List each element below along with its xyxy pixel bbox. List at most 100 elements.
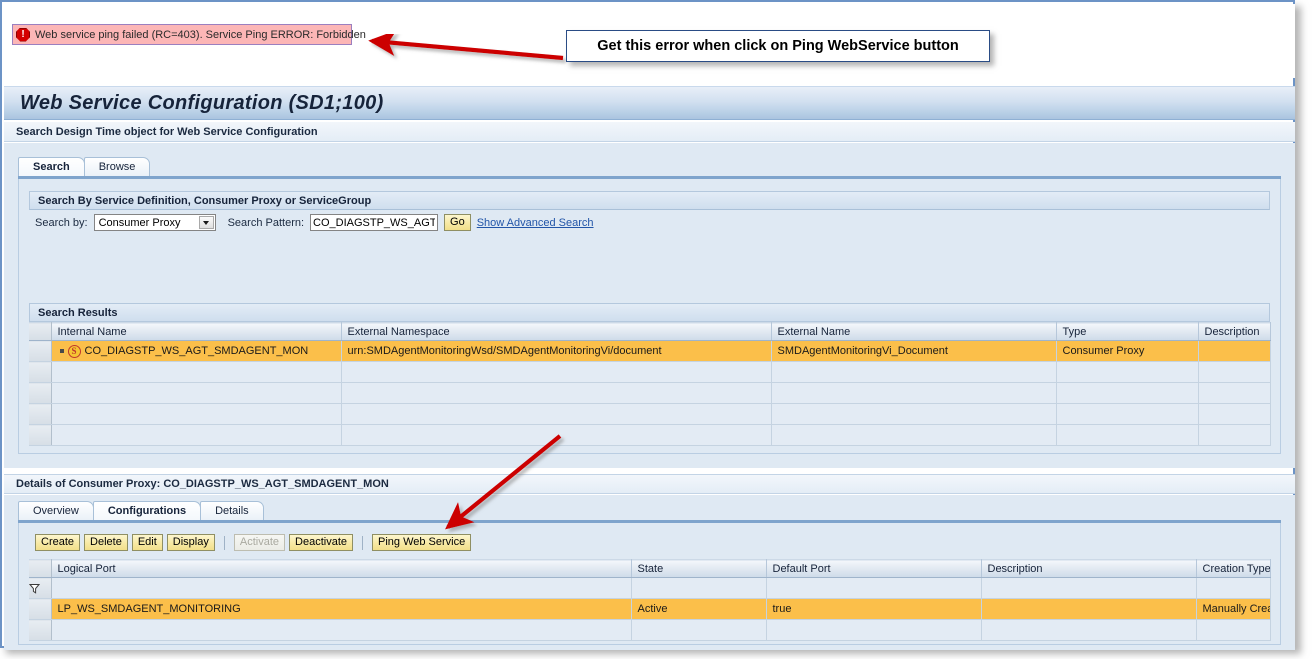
row-selector[interactable] <box>29 403 52 425</box>
cell-internal-name <box>51 403 342 425</box>
delete-button[interactable]: Delete <box>84 534 128 551</box>
ping-web-service-button[interactable]: Ping Web Service <box>372 534 472 551</box>
logical-port-table-section: Logical Port State Default Port Descript… <box>29 559 1271 641</box>
configurations-toolbar: Create Delete Edit Display Activate Deac… <box>35 534 472 551</box>
page-title: Web Service Configuration (SD1;100) <box>20 91 384 114</box>
tab-overview-label: Overview <box>33 505 79 517</box>
column-header-logical-port[interactable]: Logical Port <box>51 559 632 578</box>
table-row[interactable] <box>29 361 1271 383</box>
logical-port-table: Logical Port State Default Port Descript… <box>29 559 1271 641</box>
search-section-header: Search Design Time object for Web Servic… <box>4 122 1295 142</box>
table-row[interactable] <box>29 403 1271 425</box>
column-header-creation-type[interactable]: Creation Type <box>1196 559 1271 578</box>
search-criteria-row: Search by: Consumer Proxy Search Pattern… <box>29 210 1270 235</box>
tab-browse-label: Browse <box>98 161 136 173</box>
cell-external-name <box>771 424 1057 446</box>
column-header-external-namespace[interactable]: External Namespace <box>341 322 772 341</box>
cell-external-name: SMDAgentMonitoringVi_Document <box>771 340 1057 362</box>
tab-configurations-label: Configurations <box>107 505 187 517</box>
configurations-tab-content: Create Delete Edit Display Activate Deac… <box>18 523 1281 645</box>
row-bullet-icon <box>59 349 64 353</box>
search-results-section: Search Results Internal Name External Na… <box>29 303 1271 446</box>
details-section-header-label: Details of Consumer Proxy: CO_DIAGSTP_WS… <box>16 478 389 490</box>
filter-input-logical-port[interactable] <box>51 577 632 599</box>
column-header-external-name[interactable]: External Name <box>771 322 1057 341</box>
cell-description <box>981 598 1197 620</box>
table-row[interactable]: S CO_DIAGSTP_WS_AGT_SMDAGENT_MON urn:SMD… <box>29 340 1271 362</box>
search-section-header-label: Search Design Time object for Web Servic… <box>16 125 318 138</box>
error-message-bar: ! Web service ping failed (RC=403). Serv… <box>12 24 366 45</box>
tab-details[interactable]: Details <box>200 501 264 520</box>
filter-input-creation-type[interactable] <box>1196 577 1271 599</box>
cell-default-port <box>766 619 982 641</box>
tab-configurations[interactable]: Configurations <box>92 501 202 520</box>
row-selector[interactable] <box>29 340 52 362</box>
tab-search[interactable]: Search <box>18 157 85 176</box>
filter-input-state[interactable] <box>631 577 767 599</box>
cell-description <box>1198 424 1271 446</box>
filter-row[interactable] <box>29 577 1271 599</box>
row-selector[interactable] <box>29 424 52 446</box>
chevron-down-icon[interactable] <box>198 216 214 229</box>
column-header-type[interactable]: Type <box>1056 322 1199 341</box>
details-section-header: Details of Consumer Proxy: CO_DIAGSTP_WS… <box>4 474 1295 494</box>
search-tabstrip: Search Browse <box>18 157 151 176</box>
cell-description <box>1198 382 1271 404</box>
deactivate-button[interactable]: Deactivate <box>289 534 353 551</box>
row-selector[interactable] <box>29 361 52 383</box>
table-row[interactable]: LP_WS_SMDAGENT_MONITORING Active true Ma… <box>29 598 1271 620</box>
select-all-column-header[interactable] <box>29 322 52 341</box>
tab-overview[interactable]: Overview <box>18 501 94 520</box>
search-pattern-input[interactable] <box>310 214 439 231</box>
filter-toggle-cell[interactable] <box>29 577 52 599</box>
cell-state: Active <box>631 598 767 620</box>
create-button[interactable]: Create <box>35 534 81 551</box>
go-button[interactable]: Go <box>444 214 471 231</box>
search-results-title: Search Results <box>29 303 1270 322</box>
error-message-text: Web service ping failed (RC=403). Servic… <box>35 28 366 41</box>
cell-logical-port <box>51 619 632 641</box>
row-selector[interactable] <box>29 382 52 404</box>
search-panel: Search Browse Search By Service Definiti… <box>4 143 1295 616</box>
filter-icon[interactable] <box>29 583 50 594</box>
column-header-description[interactable]: Description <box>981 559 1197 578</box>
filter-input-description[interactable] <box>981 577 1197 599</box>
cell-external-namespace: urn:SMDAgentMonitoringWsd/SMDAgentMonito… <box>341 340 772 362</box>
table-row[interactable] <box>29 382 1271 404</box>
row-selector[interactable] <box>29 598 52 620</box>
application-window: ! Web service ping failed (RC=403). Serv… <box>0 0 1295 650</box>
search-by-value: Consumer Proxy <box>98 216 181 229</box>
filter-input-default-port[interactable] <box>766 577 982 599</box>
cell-state <box>631 619 767 641</box>
page-title-bar: Web Service Configuration (SD1;100) <box>4 86 1295 120</box>
search-by-select[interactable]: Consumer Proxy <box>93 214 216 231</box>
cell-description <box>981 619 1197 641</box>
table-row[interactable] <box>29 619 1271 641</box>
tab-browse[interactable]: Browse <box>83 157 151 176</box>
cell-internal-name-text: CO_DIAGSTP_WS_AGT_SMDAGENT_MON <box>84 345 309 357</box>
cell-external-namespace <box>341 382 772 404</box>
column-header-state[interactable]: State <box>631 559 767 578</box>
search-pattern-label: Search Pattern: <box>227 216 305 229</box>
show-advanced-search-link[interactable]: Show Advanced Search <box>477 217 594 229</box>
column-header-description[interactable]: Description <box>1198 322 1271 341</box>
cell-internal-name <box>51 424 342 446</box>
annotation-callout-box: Get this error when click on Ping WebSer… <box>566 30 990 62</box>
tab-search-label: Search <box>33 161 70 173</box>
select-all-column-header[interactable] <box>29 559 52 578</box>
table-row[interactable] <box>29 424 1271 446</box>
search-results-header-row: Internal Name External Namespace Externa… <box>29 322 1271 341</box>
cell-internal-name <box>51 361 342 383</box>
details-panel: Overview Configurations Details Create D… <box>4 495 1295 650</box>
cell-external-namespace <box>341 403 772 425</box>
search-criteria-group: Search By Service Definition, Consumer P… <box>29 191 1270 235</box>
cell-default-port: true <box>766 598 982 620</box>
cell-creation-type: Manually Created <box>1196 598 1271 620</box>
column-header-default-port[interactable]: Default Port <box>766 559 982 578</box>
cell-description <box>1198 403 1271 425</box>
edit-button[interactable]: Edit <box>131 534 163 551</box>
annotation-callout-text: Get this error when click on Ping WebSer… <box>597 38 959 54</box>
column-header-internal-name[interactable]: Internal Name <box>51 322 342 341</box>
row-selector[interactable] <box>29 619 52 641</box>
display-button[interactable]: Display <box>166 534 215 551</box>
